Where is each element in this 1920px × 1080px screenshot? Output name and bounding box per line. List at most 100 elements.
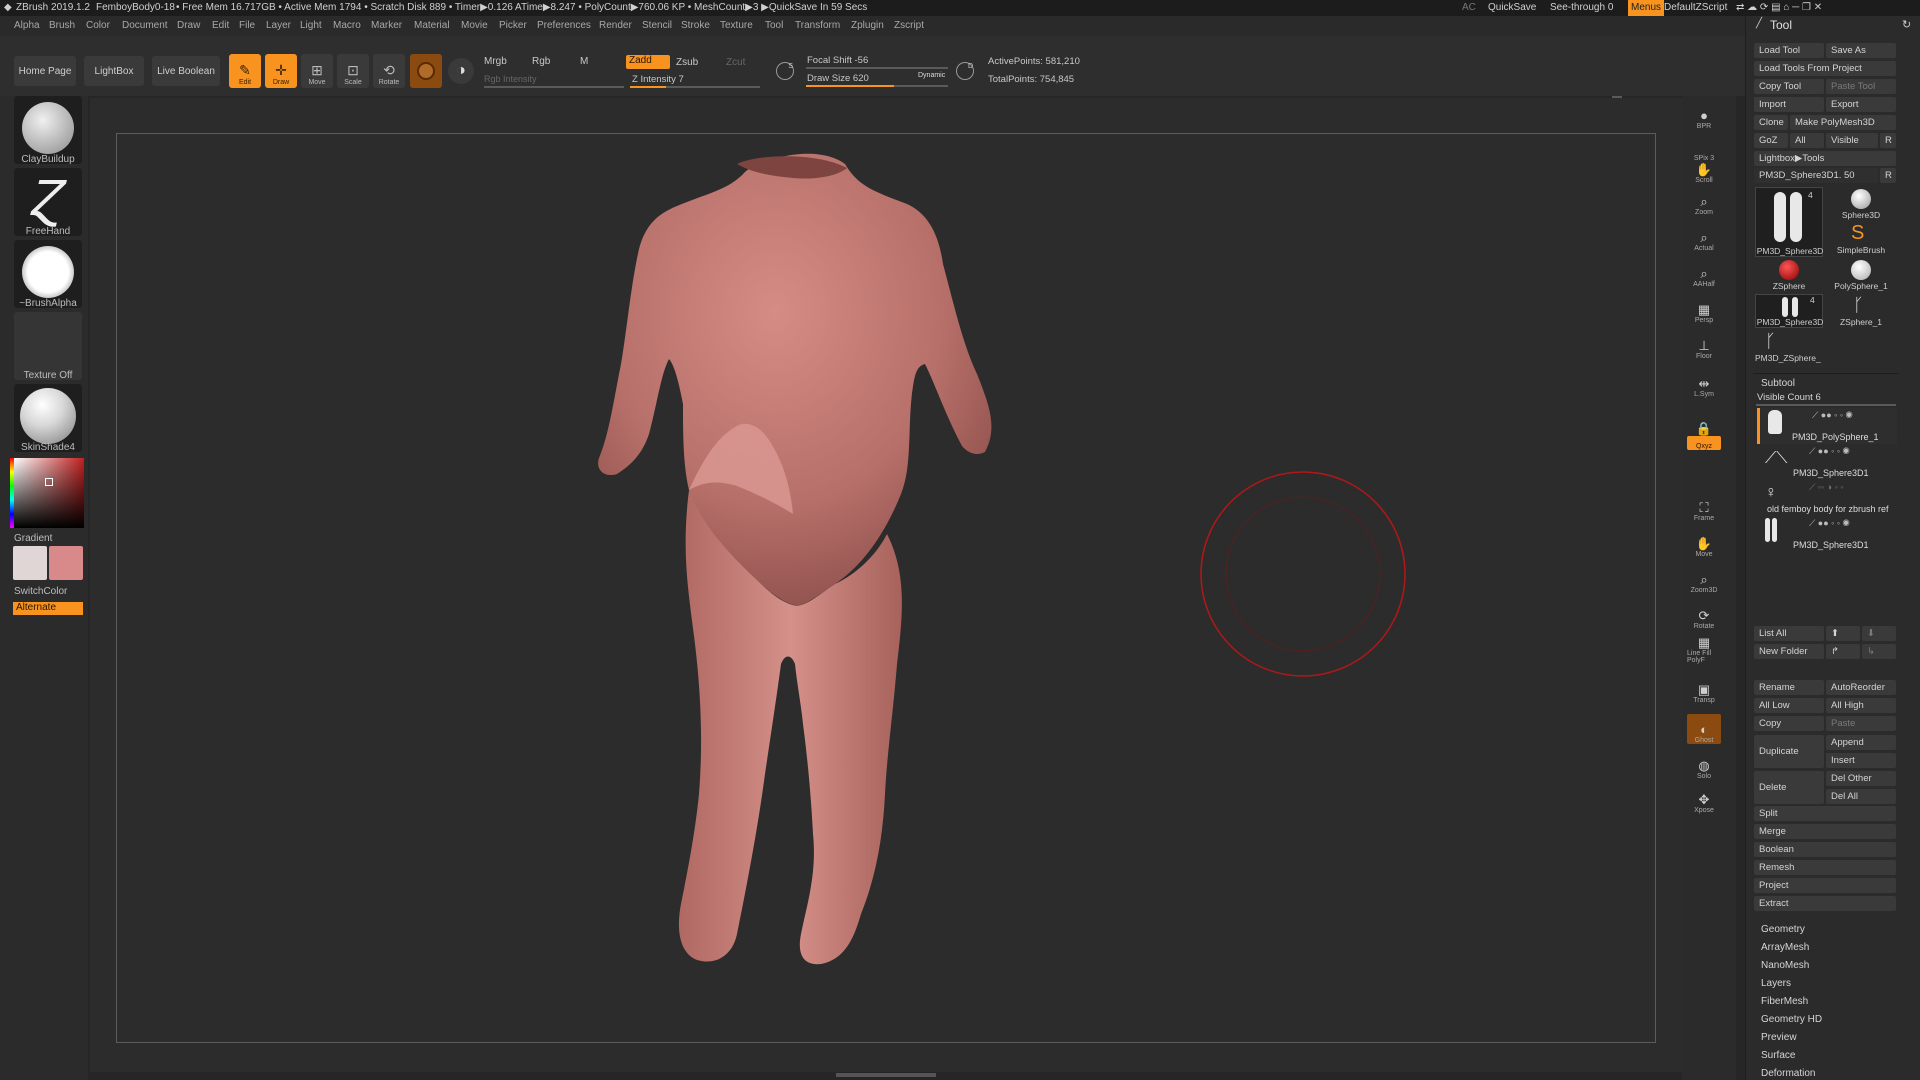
shelf-button-rotate[interactable]: ⟳ Rotate bbox=[1687, 600, 1721, 631]
goz-r-button[interactable]: R bbox=[1880, 133, 1896, 148]
section-preview[interactable]: Preview bbox=[1761, 1032, 1797, 1043]
subtool-row-3[interactable]: ♀ ⟋ ◦◦ ◑ ◦ ◦ old femboy body for zbrush … bbox=[1757, 482, 1897, 516]
shelf-button-lock[interactable]: 🔒 bbox=[1687, 406, 1721, 436]
subtool-toggles[interactable]: ⟋ ◦◦ ◑ ◦ ◦ bbox=[1809, 482, 1844, 493]
del-all-button[interactable]: Del All bbox=[1826, 789, 1896, 804]
make-polymesh-button[interactable]: Make PolyMesh3D bbox=[1790, 115, 1896, 130]
current-tool-r-button[interactable]: R bbox=[1880, 168, 1896, 183]
live-boolean-button[interactable]: Live Boolean bbox=[152, 56, 220, 86]
focal-toggle-icon[interactable]: S bbox=[776, 62, 794, 80]
menu-picker[interactable]: Picker bbox=[499, 20, 527, 31]
color-picker[interactable] bbox=[14, 458, 84, 528]
mrgb-button[interactable]: Mrgb bbox=[484, 56, 507, 67]
move-up-icon[interactable]: ⬆ bbox=[1826, 626, 1860, 641]
tool-thumb-zsphere[interactable]: ZSphere bbox=[1755, 258, 1823, 292]
section-arraymesh[interactable]: ArrayMesh bbox=[1761, 942, 1809, 953]
zsub-button[interactable]: Zsub bbox=[676, 57, 698, 68]
rename-button[interactable]: Rename bbox=[1754, 680, 1824, 695]
goz-all-button[interactable]: All bbox=[1790, 133, 1824, 148]
menu-texture[interactable]: Texture bbox=[720, 20, 753, 31]
shelf-button-xpose[interactable]: ✥ Xpose bbox=[1687, 784, 1721, 815]
merge-section[interactable]: Merge bbox=[1754, 824, 1896, 839]
export-button[interactable]: Export bbox=[1826, 97, 1896, 112]
all-high-button[interactable]: All High bbox=[1826, 698, 1896, 713]
move-button[interactable]: ⊞ Move bbox=[301, 54, 333, 88]
rgb-intensity-slider[interactable]: Rgb Intensity bbox=[484, 74, 537, 84]
paste-tool-button[interactable]: Paste Tool bbox=[1826, 79, 1896, 94]
shelf-button-actual[interactable]: ⌕ Actual bbox=[1687, 222, 1721, 253]
gradient-label[interactable]: Gradient bbox=[14, 533, 82, 544]
menus-toggle[interactable]: Menus bbox=[1628, 0, 1665, 16]
dynamic-toggle[interactable]: Dynamic bbox=[918, 72, 945, 79]
menu-transform[interactable]: Transform bbox=[795, 20, 840, 31]
shelf-button-move[interactable]: ✋ Move bbox=[1687, 528, 1721, 559]
menu-macro[interactable]: Macro bbox=[333, 20, 361, 31]
section-fibermesh[interactable]: FiberMesh bbox=[1761, 996, 1808, 1007]
main-color-swatch[interactable] bbox=[13, 546, 47, 580]
rotate-button[interactable]: ⟲ Rotate bbox=[373, 54, 405, 88]
lightbox-button[interactable]: LightBox bbox=[84, 56, 144, 86]
home-page-button[interactable]: Home Page bbox=[14, 56, 76, 86]
section-geometry-hd[interactable]: Geometry HD bbox=[1761, 1014, 1822, 1025]
delete-button[interactable]: Delete bbox=[1754, 771, 1824, 804]
move-down-icon[interactable]: ⬇ bbox=[1862, 626, 1896, 641]
window-controls[interactable]: ⇄ ☁ ⟳ ▤ ⌂ ─ ❐ ✕ bbox=[1736, 2, 1822, 13]
shelf-button-zoom[interactable]: ⌕ Zoom bbox=[1687, 186, 1721, 217]
folder-arrow-icon[interactable]: ↱ bbox=[1826, 644, 1860, 659]
subtool-toggles[interactable]: ⟋ ●● ◦ ◦ ◉ bbox=[1809, 446, 1850, 457]
duplicate-button[interactable]: Duplicate bbox=[1754, 735, 1824, 768]
focal-shift-slider[interactable]: Focal Shift -56 bbox=[807, 55, 868, 66]
menu-alpha[interactable]: Alpha bbox=[14, 20, 40, 31]
shelf-button-persp[interactable]: ▦ Persp bbox=[1687, 294, 1721, 325]
tool-thumb-pm3d-sphere[interactable]: 4 PM3D_Sphere3D bbox=[1755, 187, 1823, 257]
project-section[interactable]: Project bbox=[1754, 878, 1896, 893]
section-surface[interactable]: Surface bbox=[1761, 1050, 1795, 1061]
tool-thumb-zsphere-1[interactable]: ᚴ ZSphere_1 bbox=[1827, 294, 1895, 328]
shelf-button-aahalf[interactable]: ⌕ AAHalf bbox=[1687, 258, 1721, 289]
shelf-button-zoom3d[interactable]: ⌕ Zoom3D bbox=[1687, 564, 1721, 595]
shelf-button-qxyz[interactable]: Qxyz bbox=[1687, 436, 1721, 450]
all-low-button[interactable]: All Low bbox=[1754, 698, 1824, 713]
split-section[interactable]: Split bbox=[1754, 806, 1896, 821]
shelf-button-bpr[interactable]: ● BPR bbox=[1687, 100, 1721, 131]
edit-button[interactable]: ✎ Edit bbox=[229, 54, 261, 88]
shelf-button-l-sym[interactable]: ⇹ L.Sym bbox=[1687, 368, 1721, 399]
tool-thumb-sphere3d[interactable]: Sphere3D bbox=[1827, 187, 1895, 221]
zadd-button[interactable]: Zadd bbox=[626, 55, 670, 69]
menu-render[interactable]: Render bbox=[599, 20, 632, 31]
zcut-button[interactable]: Zcut bbox=[726, 57, 745, 68]
visible-count-slider[interactable]: Visible Count 6 bbox=[1757, 392, 1821, 403]
list-all-button[interactable]: List All bbox=[1754, 626, 1824, 641]
copy-tool-button[interactable]: Copy Tool bbox=[1754, 79, 1824, 94]
boolean-section[interactable]: Boolean bbox=[1754, 842, 1896, 857]
goz-button[interactable]: GoZ bbox=[1754, 133, 1788, 148]
draw-size-slider[interactable]: Draw Size 620 bbox=[807, 73, 869, 84]
remesh-section[interactable]: Remesh bbox=[1754, 860, 1896, 875]
del-other-button[interactable]: Del Other bbox=[1826, 771, 1896, 786]
subtool-toggles[interactable]: ⟋ ●● ◦ ◦ ◉ bbox=[1809, 518, 1850, 529]
section-layers[interactable]: Layers bbox=[1761, 978, 1791, 989]
secondary-color-swatch[interactable] bbox=[49, 546, 83, 580]
menu-light[interactable]: Light bbox=[300, 20, 322, 31]
m-button[interactable]: M bbox=[580, 56, 588, 67]
gyro-sphere-icon[interactable]: ◑ bbox=[448, 58, 474, 84]
switch-color-button[interactable]: SwitchColor bbox=[14, 586, 82, 597]
import-button[interactable]: Import bbox=[1754, 97, 1824, 112]
scale-button[interactable]: ⊡ Scale bbox=[337, 54, 369, 88]
new-folder-button[interactable]: New Folder bbox=[1754, 644, 1824, 659]
folder-arrow-2-icon[interactable]: ↳ bbox=[1862, 644, 1896, 659]
shelf-button-floor[interactable]: ⊥ Floor bbox=[1687, 330, 1721, 361]
subtool-row-4[interactable]: ⟋ ●● ◦ ◦ ◉ PM3D_Sphere3D1 bbox=[1757, 518, 1897, 552]
menu-edit[interactable]: Edit bbox=[212, 20, 229, 31]
ac-label[interactable]: AC bbox=[1462, 2, 1476, 13]
subtool-toggles[interactable]: ⟋ ●● ◦ ◦ ◉ bbox=[1812, 410, 1853, 421]
shelf-button-line-fill-polyf[interactable]: ▦ Line Fill PolyF bbox=[1687, 634, 1721, 665]
tool-thumb-pm3d-sphere-2[interactable]: 4 PM3D_Sphere3D bbox=[1755, 294, 1823, 328]
hue-strip[interactable] bbox=[10, 458, 14, 528]
goz-visible-button[interactable]: Visible bbox=[1826, 133, 1878, 148]
menu-draw[interactable]: Draw bbox=[177, 20, 200, 31]
load-tools-from-project-button[interactable]: Load Tools From Project bbox=[1754, 61, 1896, 76]
shelf-button-frame[interactable]: ⛶ Frame bbox=[1687, 492, 1721, 523]
menu-marker[interactable]: Marker bbox=[371, 20, 402, 31]
document-frame[interactable] bbox=[116, 133, 1656, 1043]
